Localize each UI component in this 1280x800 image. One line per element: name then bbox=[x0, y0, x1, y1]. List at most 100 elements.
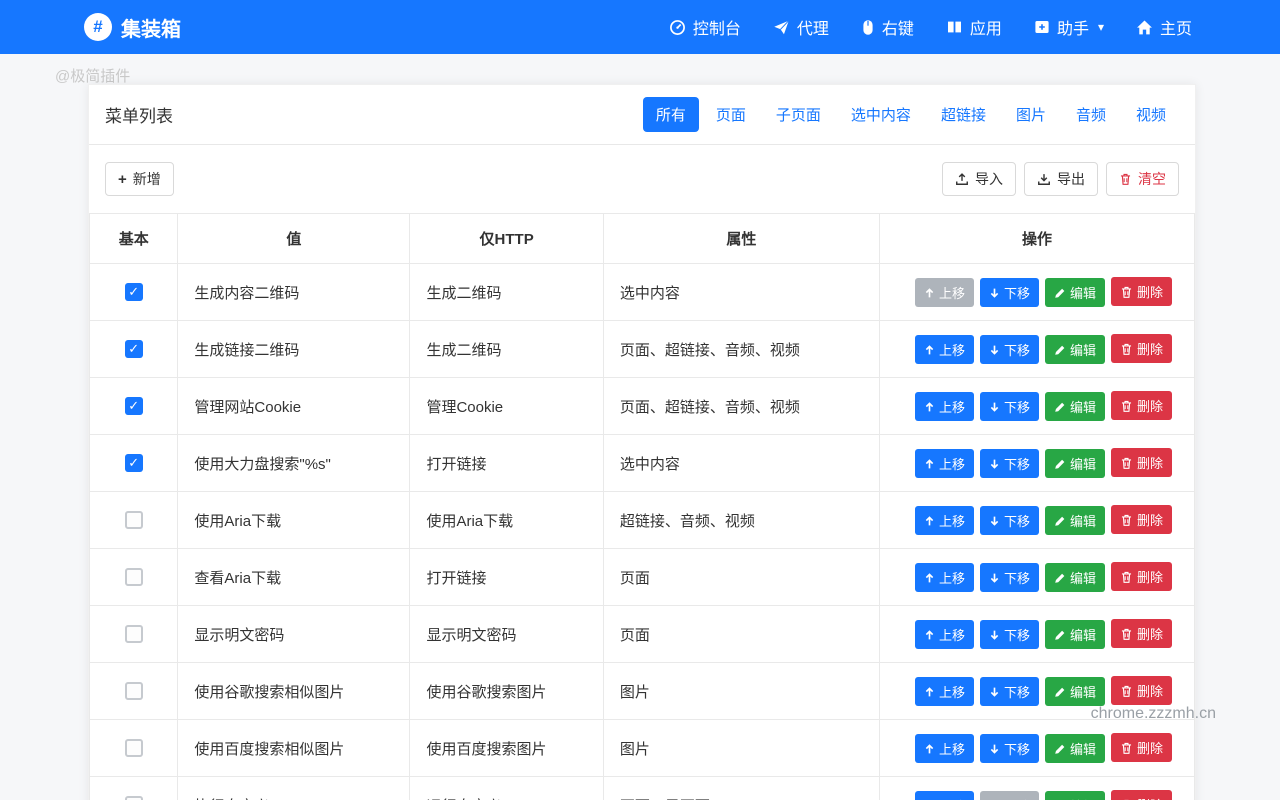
tab-subpage[interactable]: 子页面 bbox=[763, 97, 834, 132]
arrow-down-icon bbox=[989, 401, 1000, 413]
move-down-button-label: 下移 bbox=[1004, 682, 1030, 701]
row-checkbox[interactable]: ✓ bbox=[125, 454, 143, 472]
move-up-button[interactable]: 上移 bbox=[915, 791, 974, 800]
trash-icon bbox=[1120, 741, 1133, 755]
edit-button[interactable]: 编辑 bbox=[1045, 677, 1105, 706]
watermark-top: @极简插件 bbox=[55, 65, 130, 86]
delete-button[interactable]: 删除 bbox=[1111, 277, 1172, 306]
trash-icon bbox=[1120, 684, 1133, 698]
move-down-button[interactable]: 下移 bbox=[980, 278, 1039, 307]
move-up-button[interactable]: 上移 bbox=[915, 734, 974, 763]
nav-item-proxy[interactable]: 代理 bbox=[773, 15, 829, 39]
cell-value: 使用Aria下载 bbox=[178, 492, 410, 549]
watermark-bottom: chrome.zzzmh.cn bbox=[1091, 705, 1216, 723]
row-checkbox[interactable]: ✓ bbox=[125, 283, 143, 301]
table-row: ✓生成内容二维码生成二维码选中内容上移下移编辑删除 bbox=[90, 264, 1195, 321]
tab-link[interactable]: 超链接 bbox=[928, 97, 999, 132]
edit-button[interactable]: 编辑 bbox=[1045, 791, 1105, 800]
delete-button-label: 删除 bbox=[1137, 453, 1163, 472]
delete-button[interactable]: 删除 bbox=[1111, 619, 1172, 648]
move-up-button[interactable]: 上移 bbox=[915, 506, 974, 535]
delete-button[interactable]: 删除 bbox=[1111, 391, 1172, 420]
nav-item-home[interactable]: 主页 bbox=[1136, 15, 1192, 39]
cell-value: 显示明文密码 bbox=[178, 606, 410, 663]
row-checkbox[interactable]: ✓ bbox=[125, 340, 143, 358]
clear-button[interactable]: 清空 bbox=[1106, 162, 1179, 196]
cell-value: 生成链接二维码 bbox=[178, 321, 410, 378]
delete-button[interactable]: 删除 bbox=[1111, 733, 1172, 762]
move-down-button[interactable]: 下移 bbox=[980, 335, 1039, 364]
nav-item-apps[interactable]: 应用 bbox=[946, 15, 1002, 39]
move-down-button[interactable]: 下移 bbox=[980, 449, 1039, 478]
move-down-button[interactable]: 下移 bbox=[980, 791, 1039, 800]
edit-button[interactable]: 编辑 bbox=[1045, 392, 1105, 421]
row-checkbox[interactable] bbox=[125, 682, 143, 700]
nav-item-context-menu[interactable]: 右键 bbox=[861, 15, 914, 39]
move-up-button-label: 上移 bbox=[939, 682, 965, 701]
trash-icon bbox=[1120, 285, 1133, 299]
move-up-button[interactable]: 上移 bbox=[915, 392, 974, 421]
move-down-button[interactable]: 下移 bbox=[980, 620, 1039, 649]
delete-button[interactable]: 删除 bbox=[1111, 676, 1172, 705]
edit-button[interactable]: 编辑 bbox=[1045, 620, 1105, 649]
move-up-button[interactable]: 上移 bbox=[915, 677, 974, 706]
edit-button[interactable]: 编辑 bbox=[1045, 734, 1105, 763]
edit-button[interactable]: 编辑 bbox=[1045, 506, 1105, 535]
move-down-button[interactable]: 下移 bbox=[980, 677, 1039, 706]
row-checkbox[interactable]: ✓ bbox=[125, 397, 143, 415]
export-button[interactable]: 导出 bbox=[1024, 162, 1098, 196]
page-title: 菜单列表 bbox=[105, 102, 173, 127]
delete-button[interactable]: 删除 bbox=[1111, 448, 1172, 477]
move-up-button[interactable]: 上移 bbox=[915, 620, 974, 649]
tab-page[interactable]: 页面 bbox=[703, 97, 759, 132]
home-icon bbox=[1136, 19, 1153, 36]
cell-value: 使用百度搜索相似图片 bbox=[178, 720, 410, 777]
edit-button[interactable]: 编辑 bbox=[1045, 335, 1105, 364]
move-down-button[interactable]: 下移 bbox=[980, 734, 1039, 763]
nav-item-assistant[interactable]: 助手▾ bbox=[1034, 15, 1104, 39]
edit-button[interactable]: 编辑 bbox=[1045, 563, 1105, 592]
move-down-button[interactable]: 下移 bbox=[980, 563, 1039, 592]
arrow-up-icon bbox=[924, 743, 935, 755]
move-down-button-label: 下移 bbox=[1004, 568, 1030, 587]
row-checkbox[interactable] bbox=[125, 739, 143, 757]
delete-button[interactable]: 删除 bbox=[1111, 562, 1172, 591]
arrow-down-icon bbox=[989, 743, 1000, 755]
edit-button[interactable]: 编辑 bbox=[1045, 278, 1105, 307]
add-button[interactable]: +新增 bbox=[105, 162, 174, 196]
import-button[interactable]: 导入 bbox=[942, 162, 1016, 196]
brand[interactable]: # 集装箱 bbox=[84, 13, 181, 42]
tab-selection[interactable]: 选中内容 bbox=[838, 97, 924, 132]
delete-button[interactable]: 删除 bbox=[1111, 790, 1172, 800]
row-checkbox[interactable] bbox=[125, 511, 143, 529]
navbar-menu: 控制台 代理 右键 应用 助手▾ 主页 bbox=[669, 15, 1192, 39]
move-up-button[interactable]: 上移 bbox=[915, 449, 974, 478]
nav-item-console[interactable]: 控制台 bbox=[669, 15, 741, 39]
move-up-button-label: 上移 bbox=[939, 454, 965, 473]
move-up-button[interactable]: 上移 bbox=[915, 563, 974, 592]
move-up-button-label: 上移 bbox=[939, 625, 965, 644]
book-icon bbox=[946, 19, 963, 35]
delete-button[interactable]: 删除 bbox=[1111, 334, 1172, 363]
nav-item-label: 右键 bbox=[882, 15, 914, 39]
trash-icon bbox=[1120, 456, 1133, 470]
move-down-button[interactable]: 下移 bbox=[980, 392, 1039, 421]
move-up-button[interactable]: 上移 bbox=[915, 335, 974, 364]
card-header: 菜单列表 所有页面子页面选中内容超链接图片音频视频 bbox=[89, 85, 1195, 145]
trash-icon bbox=[1120, 399, 1133, 413]
delete-button[interactable]: 删除 bbox=[1111, 505, 1172, 534]
edit-button[interactable]: 编辑 bbox=[1045, 449, 1105, 478]
row-checkbox[interactable] bbox=[125, 796, 143, 800]
tab-audio[interactable]: 音频 bbox=[1063, 97, 1119, 132]
row-checkbox[interactable] bbox=[125, 625, 143, 643]
delete-button-label: 删除 bbox=[1137, 339, 1163, 358]
tab-video[interactable]: 视频 bbox=[1123, 97, 1179, 132]
plus-icon: + bbox=[118, 171, 127, 188]
row-checkbox[interactable] bbox=[125, 568, 143, 586]
tab-all[interactable]: 所有 bbox=[643, 97, 699, 132]
move-down-button[interactable]: 下移 bbox=[980, 506, 1039, 535]
tab-image[interactable]: 图片 bbox=[1003, 97, 1059, 132]
edit-icon bbox=[1054, 458, 1066, 470]
cell-value: 管理网站Cookie bbox=[178, 378, 410, 435]
move-up-button[interactable]: 上移 bbox=[915, 278, 974, 307]
